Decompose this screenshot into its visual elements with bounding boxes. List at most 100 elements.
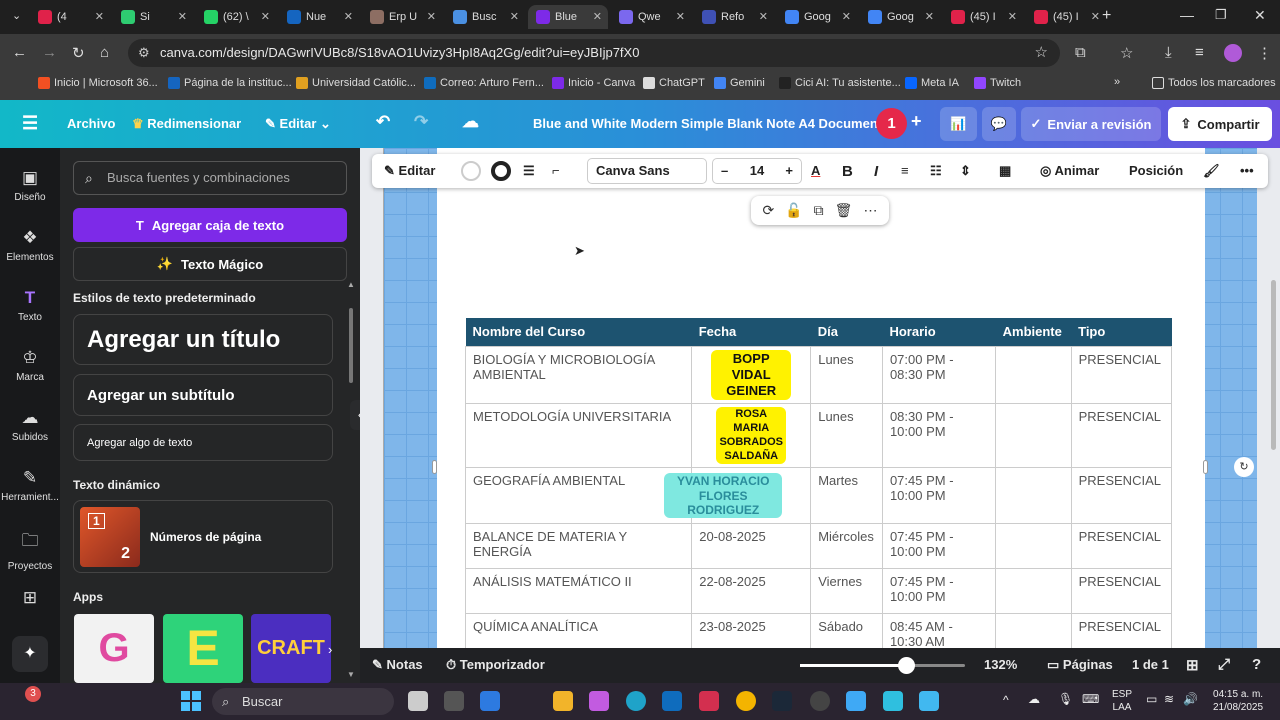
- undo-icon[interactable]: ↶: [376, 112, 390, 132]
- table-cell-fecha[interactable]: 20-08-2025: [691, 523, 812, 570]
- cloud-save-icon[interactable]: ☁: [462, 112, 479, 132]
- text-color-icon[interactable]: A: [811, 163, 820, 178]
- browser-tab[interactable]: (62) \ ✕: [196, 5, 276, 29]
- tray-overflow-icon[interactable]: ^: [1003, 693, 1009, 707]
- table-cell-ambiente[interactable]: [995, 613, 1072, 648]
- zoom-slider[interactable]: [800, 657, 965, 674]
- url-input[interactable]: ⚙ canva.com/design/DAGwrIVUBc8/S18vAO1Uv…: [128, 39, 1060, 67]
- tab-close-icon[interactable]: ✕: [510, 10, 519, 23]
- table-cell-horario[interactable]: 08:45 AM - 10:30 AM: [881, 613, 997, 648]
- bookmark-item[interactable]: Inicio | Microsoft 36...: [38, 77, 158, 89]
- table-cell-horario[interactable]: 07:45 PM - 10:00 PM: [881, 568, 997, 615]
- table-cell-tipo[interactable]: PRESENCIAL: [1070, 568, 1173, 615]
- scroll-down-arrow[interactable]: ▼: [347, 670, 355, 679]
- table-row[interactable]: BALANCE DE MATERIA Y ENERGÍA 20-08-2025 Mi…: [464, 523, 1173, 570]
- file-explorer-icon[interactable]: [553, 691, 573, 711]
- app-icon-5[interactable]: [883, 691, 903, 711]
- table-row[interactable]: QUÍMICA ANALÍTICA 23-08-2025 Sábado 08:45 A…: [464, 613, 1173, 648]
- add-body-card[interactable]: Agregar algo de texto: [73, 424, 333, 461]
- bookmark-item[interactable]: Página de la instituc...: [168, 77, 292, 89]
- rail-marca[interactable]: ♔ Marca: [0, 348, 60, 383]
- tab-close-icon[interactable]: ✕: [427, 10, 436, 23]
- tab-close-icon[interactable]: ✕: [842, 10, 851, 23]
- rail-elementos[interactable]: ❖ Elementos: [0, 228, 60, 263]
- bookmark-item[interactable]: Inicio - Canva: [552, 77, 635, 89]
- windows-start-icon[interactable]: [181, 691, 201, 711]
- bookmark-star-icon[interactable]: ☆: [1035, 39, 1048, 67]
- lock-icon[interactable]: 🔓: [785, 202, 802, 219]
- site-info-icon[interactable]: ⚙: [138, 39, 150, 67]
- share-button[interactable]: ⇪ Compartir: [1168, 107, 1272, 141]
- table-cell-tipo[interactable]: PRESENCIAL: [1070, 523, 1173, 570]
- browser-tab[interactable]: (4 ✕: [30, 5, 110, 29]
- clock[interactable]: 04:15 a. m. 21/08/2025: [1213, 688, 1263, 714]
- widgets-badge[interactable]: 3: [25, 686, 41, 702]
- resize-handle-right[interactable]: [1203, 460, 1208, 474]
- bookmark-item[interactable]: Correo: Arturo Fern...: [424, 77, 544, 89]
- browser-tab[interactable]: Nue ✕: [279, 5, 359, 29]
- table-cell-fecha[interactable]: 22-08-2025: [691, 568, 812, 615]
- border-style-icon[interactable]: ☰: [523, 163, 535, 179]
- browser-tab[interactable]: Qwe ✕: [611, 5, 691, 29]
- wifi-icon[interactable]: ≋: [1164, 692, 1174, 706]
- browser-tab[interactable]: Busc ✕: [445, 5, 525, 29]
- table-cell-curso[interactable]: BALANCE DE MATERIA Y ENERGÍA: [464, 523, 693, 570]
- hamburger-menu-icon[interactable]: ☰: [22, 113, 38, 134]
- rail-apps[interactable]: ⊞: [0, 588, 60, 612]
- table-cell-tipo[interactable]: PRESENCIAL: [1070, 613, 1173, 648]
- table-cell-horario[interactable]: 08:30 PM - 10:00 PM: [881, 403, 997, 469]
- table-cell-dia[interactable]: Sábado: [810, 613, 883, 648]
- browser-tab[interactable]: Refo ✕: [694, 5, 774, 29]
- table-cell-curso[interactable]: BIOLOGÍA Y MICROBIOLOGÍA AMBIENTAL: [464, 345, 693, 405]
- table-cell-fecha[interactable]: YVAN HORACIO FLORES RODRIGUEZ: [664, 467, 812, 525]
- table-cell-ambiente[interactable]: [995, 345, 1072, 405]
- bookmark-item[interactable]: Gemini: [714, 77, 765, 89]
- keyboard-icon[interactable]: ⌨: [1082, 692, 1099, 706]
- more-options-icon[interactable]: •••: [1240, 163, 1254, 178]
- table-cell-ambiente[interactable]: [995, 403, 1072, 469]
- app-icon-3[interactable]: [810, 691, 830, 711]
- profile-avatar[interactable]: [1224, 44, 1242, 62]
- animate-button[interactable]: ◎ Animar: [1040, 163, 1099, 179]
- downloads-icon[interactable]: ⤓: [1165, 44, 1172, 61]
- zoom-value[interactable]: 132%: [984, 657, 1017, 672]
- panel-scrollbar[interactable]: [349, 308, 353, 383]
- table-cell-dia[interactable]: Miércoles: [810, 523, 883, 570]
- app-thumb-craft[interactable]: CRAFT: [251, 614, 331, 683]
- copy-style-icon[interactable]: 🖌: [1203, 163, 1220, 179]
- table-cell-fecha[interactable]: BOPP VIDAL GEINER: [691, 345, 812, 405]
- bookmarks-overflow-icon[interactable]: »: [1114, 76, 1120, 88]
- browser-tab[interactable]: Si ✕: [113, 5, 193, 29]
- tab-close-icon[interactable]: ✕: [759, 10, 768, 23]
- rail-proyectos[interactable]: 🗀 Proyectos: [0, 528, 60, 572]
- table-cell-dia[interactable]: Viernes: [810, 568, 883, 615]
- bold-icon[interactable]: B: [842, 163, 853, 180]
- table-cell-ambiente[interactable]: [995, 568, 1072, 615]
- corner-icon[interactable]: ⌐: [552, 163, 560, 178]
- scroll-up-arrow[interactable]: ▲: [347, 280, 355, 289]
- table-cell-fecha[interactable]: ROSA MARIA SOBRADOS SALDAÑA: [691, 403, 812, 469]
- taskbar-search[interactable]: ⌕ Buscar: [212, 688, 394, 715]
- submit-review-button[interactable]: ✓ Enviar a revisión: [1021, 107, 1161, 141]
- menu-redimensionar[interactable]: ♛ Redimensionar: [132, 116, 241, 132]
- zoom-slider-thumb[interactable]: [898, 657, 915, 674]
- decrease-size-button[interactable]: –: [721, 159, 728, 183]
- notepad-icon[interactable]: [919, 691, 939, 711]
- add-title-card[interactable]: Agregar un título: [73, 314, 333, 365]
- browser-tab[interactable]: Goog ✕: [777, 5, 857, 29]
- tab-close-icon[interactable]: ✕: [344, 10, 353, 23]
- notes-button[interactable]: ✎ Notas: [372, 657, 423, 673]
- home-icon[interactable]: ⌂: [100, 44, 109, 61]
- tab-close-icon[interactable]: ✕: [1091, 10, 1100, 23]
- canvas-scrollbar[interactable]: [1271, 280, 1276, 450]
- browser-menu-icon[interactable]: ⋮: [1257, 44, 1272, 62]
- table-cell-tipo[interactable]: PRESENCIAL: [1070, 403, 1173, 469]
- outlook-icon[interactable]: [662, 691, 682, 711]
- duplicate-icon[interactable]: ⧉: [814, 202, 824, 219]
- list-icon[interactable]: ☷: [930, 163, 942, 179]
- align-icon[interactable]: ≡: [901, 163, 909, 178]
- font-search-input[interactable]: ⌕ Busca fuentes y combinaciones: [73, 161, 347, 195]
- comment-plus-icon[interactable]: ⟳: [763, 202, 775, 219]
- table-cell-horario[interactable]: 07:45 PM - 10:00 PM: [881, 467, 997, 525]
- menu-archivo[interactable]: Archivo: [67, 116, 115, 131]
